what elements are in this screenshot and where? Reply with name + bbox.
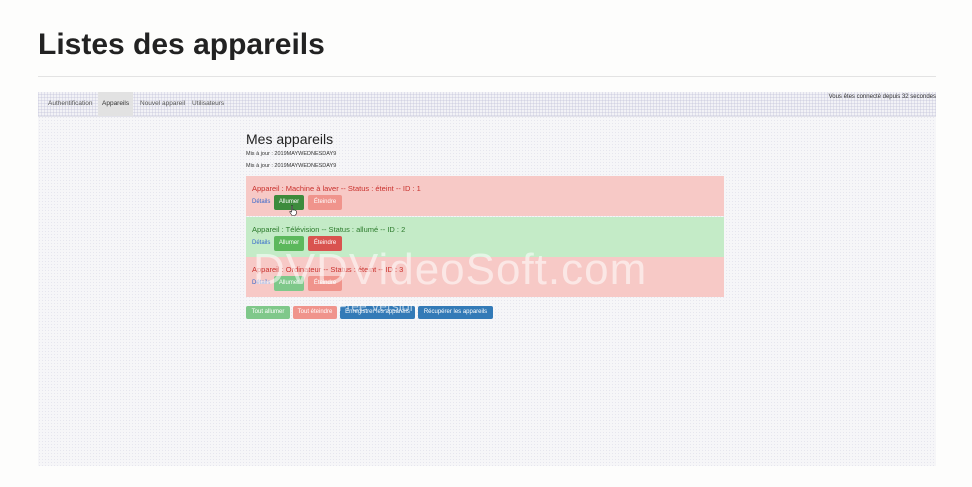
turn-all-on-button[interactable]: Tout allumer	[246, 306, 290, 319]
device-item-1: Appareil : Machine à laver -- Status : é…	[246, 176, 724, 216]
details-link[interactable]: Détails	[252, 199, 270, 205]
hand-cursor-icon	[289, 205, 297, 216]
watermark: DVDVideoSoft.com	[253, 245, 648, 294]
navbar: Authentification Appareils Nouvel appare…	[38, 92, 936, 117]
section-title: Mes appareils	[246, 131, 334, 147]
page-title: Listes des appareils	[38, 28, 325, 61]
app-frame: Authentification Appareils Nouvel appare…	[38, 92, 936, 466]
device-label: Appareil : Machine à laver -- Status : é…	[252, 184, 421, 193]
connection-status: Vous êtes connecté depuis 32 secondes	[828, 94, 936, 100]
watermark-subtitle: Free Version	[338, 298, 418, 314]
nav-utilisateurs[interactable]: Utilisateurs	[188, 92, 228, 116]
title-divider	[38, 76, 936, 77]
turn-all-off-button[interactable]: Tout éteindre	[293, 306, 337, 319]
updated-line-1: Mis à jour : 2019MAYWEDNESDAY9	[246, 151, 337, 157]
fetch-devices-button[interactable]: Récupérer les appareils	[418, 306, 493, 319]
nav-authentification[interactable]: Authentification	[44, 92, 96, 116]
device-label: Appareil : Télévision -- Status : allumé…	[252, 225, 406, 234]
turn-off-button[interactable]: Éteindre	[308, 195, 342, 210]
updated-line-2: Mis à jour : 2019MAYWEDNESDAY9	[246, 163, 337, 169]
nav-nouvel-appareil[interactable]: Nouvel appareil	[136, 92, 189, 116]
nav-appareils[interactable]: Appareils	[98, 92, 134, 116]
